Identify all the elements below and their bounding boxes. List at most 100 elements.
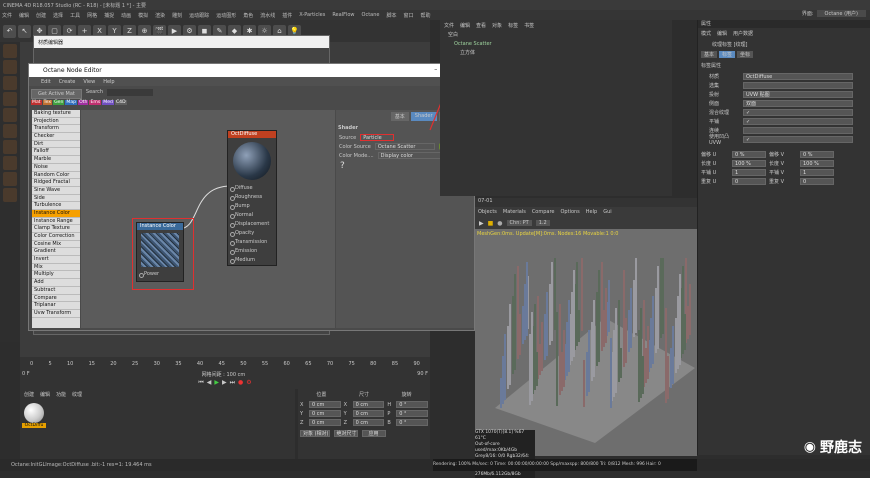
menu-item[interactable]: 选择 (53, 12, 63, 19)
node-port[interactable]: Bump (228, 202, 276, 211)
object-menu-item[interactable]: 编辑 (460, 22, 470, 29)
play-icon[interactable]: ▶ (214, 379, 219, 387)
node-port[interactable]: Emission (228, 247, 276, 256)
render-start-icon[interactable]: ▶ (479, 220, 484, 227)
menu-item[interactable]: 捕捉 (104, 12, 114, 19)
attr-value[interactable] (743, 82, 853, 89)
get-active-mat-button[interactable]: Get Active Mat (31, 89, 82, 99)
node-list-item[interactable]: Color Correction (32, 233, 80, 241)
object-item[interactable]: 立方体 (442, 49, 672, 58)
node-list-item[interactable]: Baking texture (32, 110, 80, 118)
node-port[interactable]: Transmission (228, 238, 276, 247)
grid-icon[interactable] (3, 188, 17, 202)
sphere-preview-icon[interactable]: ● (497, 220, 502, 227)
attr-tab[interactable]: 基本 (701, 51, 718, 58)
menu-item[interactable]: 模拟 (138, 12, 148, 19)
snap-icon[interactable] (3, 156, 17, 170)
material-menu-item[interactable]: 功能 (56, 391, 66, 398)
menu-item[interactable]: 运动图形 (216, 12, 236, 19)
category-tab[interactable]: Med (102, 100, 114, 105)
node-port[interactable]: Medium (228, 256, 276, 265)
menu-item[interactable]: 窗口 (404, 12, 414, 19)
material-menu-item[interactable]: 纹理 (72, 391, 82, 398)
model-mode-icon[interactable] (3, 44, 17, 58)
node-list-item[interactable]: Multiply (32, 271, 80, 280)
workplane-icon[interactable] (3, 140, 17, 154)
viewer-menu-item[interactable]: Compare (532, 209, 555, 215)
node-list-item[interactable]: Dirt (32, 141, 80, 149)
attr-grid-cell[interactable]: 0 % (732, 151, 766, 158)
attr-value[interactable]: OctDiffuse (743, 73, 853, 80)
attr-value[interactable]: 双面 (743, 100, 853, 107)
node-port[interactable]: Displacement (228, 220, 276, 229)
menu-item[interactable]: 雕刻 (172, 12, 182, 19)
attr-grid-cell[interactable]: 1 (732, 169, 766, 176)
select-icon[interactable]: ↖ (18, 24, 31, 38)
attr-menu-item[interactable]: 编辑 (717, 30, 727, 37)
go-end-icon[interactable]: ⏭ (230, 379, 235, 387)
menu-item[interactable]: 运动跟踪 (189, 12, 209, 19)
layout-value[interactable]: Octane (用户) (816, 10, 866, 17)
octane-menu-item[interactable]: View (83, 79, 95, 85)
attr-grid-cell[interactable]: 0 (732, 178, 766, 185)
texture-mode-icon[interactable] (3, 60, 17, 74)
node-list-item[interactable]: Ridged Fractal (32, 179, 80, 187)
attr-value[interactable]: ✓ (743, 118, 853, 125)
object-menu-item[interactable]: 文件 (444, 22, 454, 29)
menu-item[interactable]: 创建 (36, 12, 46, 19)
menu-item[interactable]: 动画 (121, 12, 131, 19)
coord-cell[interactable]: 0 cm (308, 410, 341, 417)
coord-cell[interactable]: 0 cm (352, 419, 385, 426)
attr-value[interactable] (743, 127, 853, 134)
coord-mode[interactable]: 对象 (相对) (300, 430, 330, 437)
viewer-menu-item[interactable]: Gui (603, 209, 611, 215)
node-port[interactable]: Opacity (228, 229, 276, 238)
color-source-field[interactable]: Octane Scatter (374, 143, 435, 150)
shader-tab[interactable]: 基本 (390, 112, 409, 121)
object-menu-item[interactable]: 标签 (508, 22, 518, 29)
polygons-mode-icon[interactable] (3, 108, 17, 122)
category-tab[interactable]: Gen (53, 100, 65, 105)
coord-cell[interactable]: 0 ° (396, 410, 428, 417)
node-list-item[interactable]: Random Color (32, 172, 80, 180)
node-list-item[interactable]: Checker (32, 133, 80, 141)
menu-item[interactable]: 脚本 (386, 12, 396, 19)
node-list-item[interactable]: Invert (32, 256, 80, 264)
object-menu-item[interactable]: 查看 (476, 22, 486, 29)
octdiffuse-node[interactable]: OctDiffuse Diffuse Roughness Bump Normal Dis… (227, 130, 277, 266)
edges-mode-icon[interactable] (3, 92, 17, 106)
coord-cell[interactable]: 0 cm (352, 410, 385, 417)
attr-menu-item[interactable]: 模式 (701, 30, 711, 37)
node-list-item[interactable]: Clamp Texture (32, 225, 80, 233)
viewer-menu-item[interactable]: Options (561, 209, 580, 215)
node-list-item[interactable]: Sine Wave (32, 187, 80, 195)
attr-grid-cell[interactable]: 100 % (732, 160, 766, 167)
node-list-item[interactable]: Compare (32, 295, 80, 303)
attr-grid-cell[interactable]: 100 % (800, 160, 834, 167)
menu-item[interactable]: X-Particles (299, 12, 325, 18)
coord-cell[interactable]: 0 cm (308, 401, 341, 408)
octane-menu-item[interactable]: Help (103, 79, 114, 85)
octane-menu-item[interactable]: Create (59, 79, 76, 85)
menu-item[interactable]: 编辑 (19, 12, 29, 19)
node-list-item[interactable]: Instance Range (32, 218, 80, 226)
coord-cell[interactable]: 0 cm (308, 419, 341, 426)
search-input[interactable] (107, 89, 154, 96)
coord-cell[interactable]: 0 ° (396, 401, 428, 408)
node-list-item[interactable]: Mix (32, 264, 80, 272)
attr-value[interactable]: ✓ (743, 109, 853, 116)
octane-menu-item[interactable]: Edit (41, 79, 51, 85)
lock-render-icon[interactable]: ■ (488, 220, 494, 227)
material-menu-item[interactable]: 编辑 (40, 391, 50, 398)
channel-select[interactable]: Chn: PT (506, 220, 532, 226)
object-menu-item[interactable]: 书签 (524, 22, 534, 29)
gamma-field[interactable]: 1.2 (535, 220, 550, 226)
object-item[interactable]: 空白 (442, 31, 672, 40)
lock-icon[interactable] (3, 172, 17, 186)
menu-item[interactable]: 渲染 (155, 12, 165, 19)
node-list-item[interactable]: Cosine Mix (32, 241, 80, 249)
node-list-item[interactable]: Projection (32, 118, 80, 126)
layout-selector[interactable]: 界面: Octane (用户) (802, 10, 866, 17)
end-frame[interactable]: 90 F (417, 371, 428, 378)
attr-grid-cell[interactable]: 0 (800, 178, 834, 185)
